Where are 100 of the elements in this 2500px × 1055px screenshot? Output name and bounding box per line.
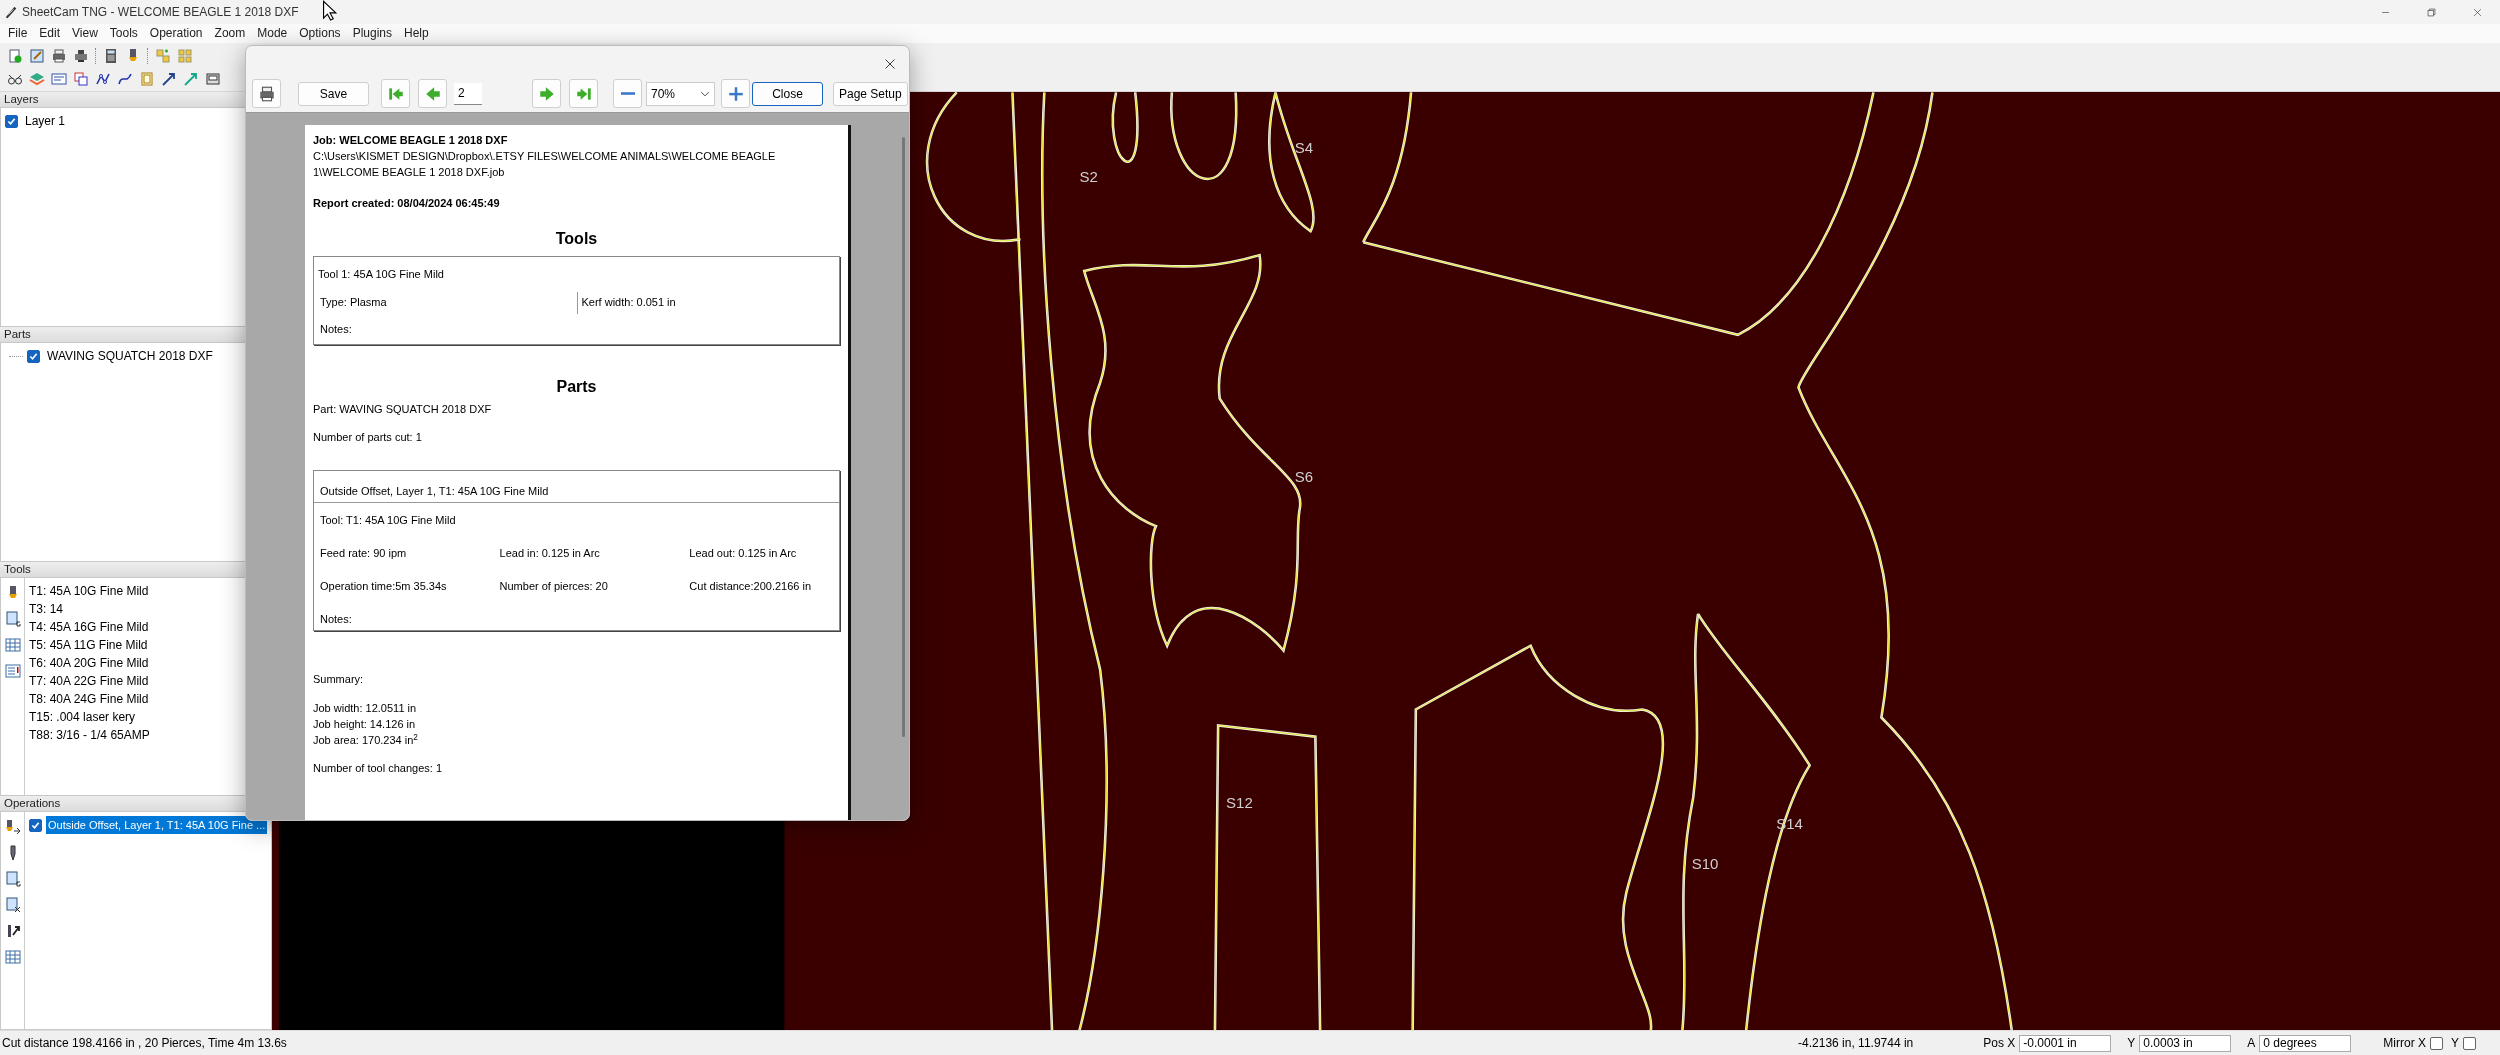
menu-item[interactable]: Options — [293, 24, 347, 43]
nest-grid-icon — [177, 47, 193, 64]
part-checkbox[interactable] — [27, 349, 40, 363]
tool-changes: Number of tool changes: 1 — [313, 761, 444, 777]
pos-y-label: Y — [2127, 1035, 2136, 1052]
gcode-x-icon — [4, 897, 21, 913]
mirror-y-label: Y — [2451, 1035, 2459, 1052]
nest-icon — [155, 47, 171, 64]
zoom-in-icon — [726, 84, 745, 103]
segment-label: S10 — [1691, 854, 1719, 872]
menu-item[interactable]: View — [66, 24, 104, 43]
diagonal-arrow-icon — [183, 70, 199, 87]
app-icon — [4, 5, 18, 19]
printer-icon — [51, 47, 67, 64]
notepad-icon — [29, 47, 45, 64]
job-title: Job: WELCOME BEAGLE 1 2018 DXF — [313, 133, 509, 148]
last-page-button[interactable] — [569, 79, 598, 108]
operation-detail: Cut distance:200.2166 in — [689, 578, 813, 594]
torch-arrow-icon — [4, 819, 21, 835]
operation-detail: Number of pierces: 20 — [499, 578, 609, 594]
gcode-icon — [4, 611, 21, 627]
summary-heading: Summary: — [313, 671, 365, 687]
layer-name[interactable]: Layer 1 — [22, 112, 69, 130]
page-icon — [139, 70, 155, 87]
menu-item[interactable]: Zoom — [208, 24, 252, 43]
operation-detail: Lead out: 0.125 in Arc — [689, 545, 798, 561]
summary-line: Job area: 170.234 in$^{2}$ — [313, 733, 419, 749]
window-title: SheetCam TNG - WELCOME BEAGLE 1 2018 DXF — [22, 4, 299, 21]
angle-field[interactable]: 0 degrees — [2259, 1034, 2352, 1052]
page-number-field[interactable]: 2 — [454, 82, 482, 105]
plotter-icon — [73, 47, 89, 64]
printer-button[interactable] — [252, 79, 281, 108]
next-page-button[interactable] — [532, 79, 561, 108]
zoom-out-icon — [620, 92, 635, 95]
summary-line: Job width: 12.0511 in — [313, 701, 418, 717]
pos-x-field[interactable]: -0.0001 in — [2019, 1034, 2112, 1052]
tool-notes: Notes: — [319, 321, 353, 337]
save-button[interactable]: Save — [298, 81, 369, 106]
section-heading: Tools — [554, 228, 599, 249]
operation-notes: Notes: — [319, 611, 353, 627]
operation-detail: Operation time:5m 35.34s — [320, 578, 448, 594]
grid-icon — [4, 949, 21, 965]
segment-label: S4 — [1294, 139, 1314, 157]
angle-label: A — [2247, 1035, 2256, 1052]
tool-type: Type: Plasma — [319, 294, 388, 310]
first-page-button[interactable] — [381, 79, 410, 108]
zoom-value: 70% — [651, 85, 676, 103]
tool-name: Tool 1: 45A 10G Fine Mild — [317, 266, 445, 282]
section-heading: Parts — [555, 376, 598, 397]
close-icon — [2471, 6, 2483, 18]
summary-line: Job height: 14.126 in — [313, 717, 417, 733]
parts-cut-count: Number of parts cut: 1 — [313, 429, 423, 445]
operation-title: Outside Offset, Layer 1, T1: 45A 10G Fine Mild — [314, 470, 839, 503]
operation-tool: Tool: T1: 45A 10G Fine Mild — [319, 512, 457, 528]
zoom-in-button[interactable] — [721, 79, 750, 108]
report-created: Report created: 08/04/2024 06:45:49 — [313, 195, 501, 211]
layer-checkbox[interactable] — [5, 114, 18, 128]
menu-item[interactable]: Plugins — [346, 24, 398, 43]
page-setup-button[interactable]: Page Setup — [833, 81, 908, 106]
machine-icon — [205, 70, 221, 87]
list-icon — [4, 663, 21, 679]
menu-item[interactable]: File — [2, 24, 34, 43]
zoom-select[interactable]: 70% — [646, 81, 715, 106]
close-button[interactable]: Close — [752, 81, 823, 106]
squares-icon — [73, 70, 89, 87]
zoom-out-button[interactable] — [613, 79, 642, 108]
calculator-icon — [103, 47, 119, 64]
scrollbar-thumb[interactable] — [902, 137, 905, 737]
arrow-icon — [161, 70, 177, 87]
document-plus-icon — [7, 47, 23, 64]
operation-checkbox[interactable] — [29, 818, 42, 832]
menu-item[interactable]: Edit — [33, 24, 67, 43]
layers-icon — [29, 70, 45, 87]
pos-x-label: Pos X — [1983, 1035, 2016, 1052]
close-icon — [884, 58, 896, 70]
segment-label: S12 — [1226, 794, 1253, 812]
menu-item[interactable]: Help — [398, 24, 435, 43]
operation-item[interactable]: Outside Offset, Layer 1, T1: 45A 10G Fine ... — [46, 816, 268, 834]
gcode-icon — [4, 871, 21, 887]
menu-item[interactable]: Mode — [251, 24, 294, 43]
status-summary: Cut distance 198.4166 in , 20 Pierces, Time 4m 13.6s — [2, 1035, 287, 1052]
segment-label: S2 — [1079, 167, 1098, 185]
grid-icon — [4, 637, 21, 653]
pos-y-field[interactable]: 0.0003 in — [2139, 1034, 2232, 1052]
mirror-x-label: Mirror X — [2383, 1035, 2426, 1052]
part-name: Part: WAVING SQUATCH 2018 DXF — [313, 401, 493, 417]
mirror-y-checkbox[interactable] — [2463, 1036, 2476, 1050]
operation-detail: Lead in: 0.125 in Arc — [499, 545, 601, 561]
mirror-x-checkbox[interactable] — [2430, 1036, 2443, 1050]
menu-item[interactable]: Operation — [143, 24, 209, 43]
menu-item[interactable]: Tools — [103, 24, 144, 43]
printer-icon — [257, 84, 276, 103]
restore-icon — [2425, 6, 2437, 18]
previous-page-button[interactable] — [418, 79, 447, 108]
operation-detail: Feed rate: 90 ipm — [320, 545, 408, 561]
segment-label: S6 — [1294, 467, 1314, 485]
form-icon — [51, 70, 67, 87]
part-name[interactable]: WAVING SQUATCH 2018 DXF — [44, 347, 216, 365]
cursor-coordinates: -4.2136 in, 11.9744 in — [1798, 1035, 1914, 1052]
job-file-path: C:\Users\KISMET DESIGN\Dropbox\.ETSY FILES\WELCOME ANIMALS\WELCOME BEAGLE 1\WELCOME BEAGLE 1 2018 DXF.job — [313, 148, 777, 180]
